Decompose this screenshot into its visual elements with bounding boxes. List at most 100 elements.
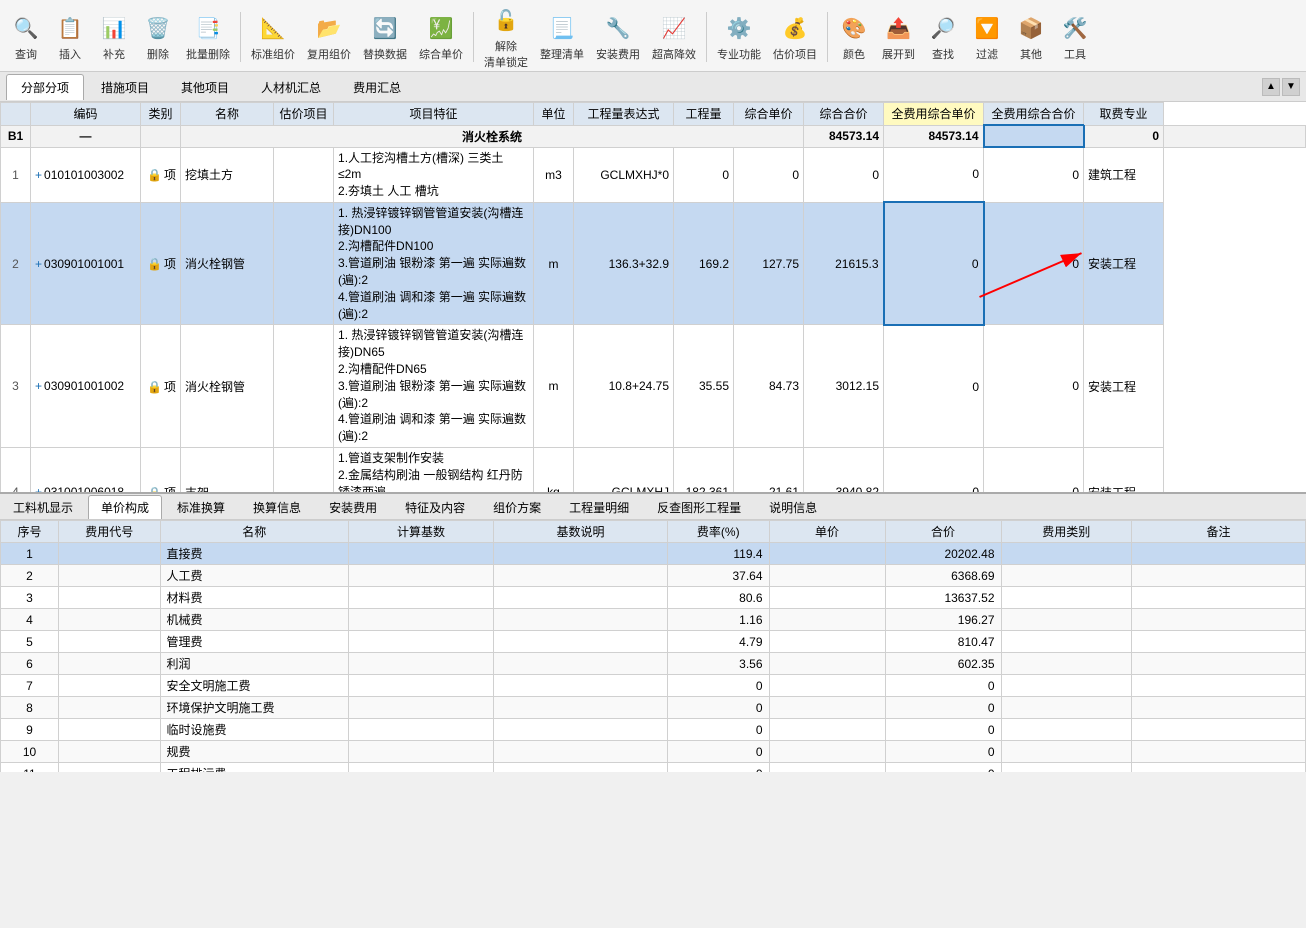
bottom-table-row[interactable]: 2人工费37.646368.69 <box>1 565 1306 587</box>
bottom-table-row[interactable]: 5管理费4.79810.47 <box>1 631 1306 653</box>
bottom-cell-8-1 <box>59 719 161 741</box>
row-qufei-1: 建筑工程 <box>1084 147 1164 202</box>
row-code-3: +030901001002 <box>31 325 141 448</box>
bottom-table-row[interactable]: 1直接费119.420202.48 <box>1 543 1306 565</box>
toolbar-zhuanye[interactable]: ⚙️ 专业功能 <box>713 12 765 62</box>
toolbar-piliang-label: 批量删除 <box>186 46 230 62</box>
bottom-tab-anzhuangfeiyong[interactable]: 安装费用 <box>316 495 390 519</box>
table-row[interactable]: 3 +030901001002 🔒项 消火栓钢管 1. 热浸锌镀锌钢管管道安装(… <box>1 325 1306 448</box>
bottom-table-row[interactable]: 3材料费80.613637.52 <box>1 587 1306 609</box>
bottom-tab-gongliaojiDisplay[interactable]: 工料机显示 <box>0 495 86 519</box>
bottom-cell-1-9 <box>1132 565 1306 587</box>
bottom-tab-unitprice[interactable]: 单价构成 <box>88 495 162 519</box>
row-qf-unit-1: 0 <box>884 147 984 202</box>
tab-cuoshi[interactable]: 措施项目 <box>86 74 164 100</box>
bottom-tab-biaozhun[interactable]: 标准换算 <box>164 495 238 519</box>
toolbar-chaxun[interactable]: 🔍 查询 <box>6 12 46 62</box>
toolbar-gongju[interactable]: 🛠️ 工具 <box>1055 12 1095 62</box>
toolbar-chaogao[interactable]: 📈 超高降效 <box>648 12 700 62</box>
bottom-cell-5-4 <box>494 653 668 675</box>
toolbar-shanchu[interactable]: 🗑️ 删除 <box>138 12 178 62</box>
toolbar-butie[interactable]: 📊 补充 <box>94 12 134 62</box>
toolbar-zhengli[interactable]: 📃 整理清单 <box>536 12 588 62</box>
main-table-area: 编码 类别 名称 估价项目 项目特征 单位 工程量表达式 工程量 综合单价 综合… <box>0 102 1306 492</box>
bottom-cell-6-5: 0 <box>668 675 770 697</box>
table-row[interactable]: 4 +031001006018 🔒项 支架 1.管道支架制作安装 2.金属结构刷… <box>1 448 1306 492</box>
bottom-cell-3-0: 4 <box>1 609 59 631</box>
insert-icon: 📋 <box>54 12 86 44</box>
tab-arrow-up[interactable]: ▲ <box>1262 78 1280 96</box>
toolbar-qita[interactable]: 📦 其他 <box>1011 12 1051 62</box>
tab-feiyong[interactable]: 费用汇总 <box>338 74 416 100</box>
row-name-1: 挖填土方 <box>181 147 274 202</box>
row-qf-unit-4: 0 <box>884 448 984 492</box>
separator-2 <box>473 12 474 62</box>
toolbar-yanse[interactable]: 🎨 颜色 <box>834 12 874 62</box>
bottom-tab-huansuaninfo[interactable]: 换算信息 <box>240 495 314 519</box>
bottom-col-unitprice: 单价 <box>769 521 885 543</box>
col-header-code: 编码 <box>31 103 141 126</box>
bottom-table-row[interactable]: 10规费00 <box>1 741 1306 763</box>
bottom-tab-gongchengliangmingxi[interactable]: 工程量明细 <box>556 495 642 519</box>
row-features-1: 1.人工挖沟槽土方(槽深) 三类土 ≤2m 2.夯填土 人工 槽坑 <box>334 147 534 202</box>
toolbar-anzhuang[interactable]: 🔧 安装费用 <box>592 12 644 62</box>
row-unitprice-1: 0 <box>734 147 804 202</box>
bottom-cell-9-1 <box>59 741 161 763</box>
tab-rencaiji[interactable]: 人材机汇总 <box>246 74 336 100</box>
bottom-cell-0-6 <box>769 543 885 565</box>
tools-icon: 🛠️ <box>1059 12 1091 44</box>
bottom-cell-4-9 <box>1132 631 1306 653</box>
tab-arrow-down[interactable]: ▼ <box>1282 78 1300 96</box>
row-code-2: +030901001001 <box>31 202 141 325</box>
row-qty-2: 169.2 <box>674 202 734 325</box>
toolbar-fuyong[interactable]: 📂 复用组价 <box>303 12 355 62</box>
bottom-cell-7-8 <box>1001 697 1132 719</box>
bottom-cell-2-2: 材料费 <box>160 587 349 609</box>
table-row[interactable]: 1 +010101003002 🔒项 挖填土方 1.人工挖沟槽土方(槽深) 三类… <box>1 147 1306 202</box>
toolbar-charu[interactable]: 📋 插入 <box>50 12 90 62</box>
toolbar-gujia[interactable]: 💰 估价项目 <box>769 12 821 62</box>
bottom-table-row[interactable]: 4机械费1.16196.27 <box>1 609 1306 631</box>
bottom-cell-10-5: 0 <box>668 763 770 773</box>
toolbar-zhankaidao[interactable]: 📤 展开到 <box>878 12 919 62</box>
col-header-total: 综合合价 <box>804 103 884 126</box>
bottom-cell-10-4 <box>494 763 668 773</box>
bottom-tab-tezheng[interactable]: 特征及内容 <box>392 495 478 519</box>
bottom-cell-2-4 <box>494 587 668 609</box>
row-gujia-3 <box>274 325 334 448</box>
toolbar-tihuan[interactable]: 🔄 替换数据 <box>359 12 411 62</box>
toolbar-piliang[interactable]: 📑 批量删除 <box>182 12 234 62</box>
bottom-cell-8-6 <box>769 719 885 741</box>
bottom-cell-9-6 <box>769 741 885 763</box>
tab-fenbu[interactable]: 分部分项 <box>6 74 84 100</box>
toolbar-jiesuo[interactable]: 🔓 解除 清单锁定 <box>480 4 532 70</box>
b1-collapse[interactable]: — <box>31 125 141 147</box>
toolbar-zonghe[interactable]: 💹 综合单价 <box>415 12 467 62</box>
bottom-table-row[interactable]: 7安全文明施工费00 <box>1 675 1306 697</box>
bottom-cell-2-9 <box>1132 587 1306 609</box>
toolbar-biaozhun[interactable]: 📐 标准组价 <box>247 12 299 62</box>
toolbar-guolv[interactable]: 🔽 过滤 <box>967 12 1007 62</box>
b1-zonghe-total: 84573.14 <box>884 125 984 147</box>
bottom-table-row[interactable]: 6利润3.56602.35 <box>1 653 1306 675</box>
row-unitprice-2: 127.75 <box>734 202 804 325</box>
bottom-cell-6-2: 安全文明施工费 <box>160 675 349 697</box>
bottom-table-row[interactable]: 11工程排污费00 <box>1 763 1306 773</box>
row-qf-total-1: 0 <box>984 147 1084 202</box>
bottom-tab-shuomingxinxi[interactable]: 说明信息 <box>756 495 830 519</box>
bottom-cell-5-1 <box>59 653 161 675</box>
bottom-table-row[interactable]: 9临时设施费00 <box>1 719 1306 741</box>
row-unitprice-4: 21.61 <box>734 448 804 492</box>
bottom-cell-10-6 <box>769 763 885 773</box>
bottom-cell-3-9 <box>1132 609 1306 631</box>
search-icon: 🔍 <box>10 12 42 44</box>
tab-qita[interactable]: 其他项目 <box>166 74 244 100</box>
bottom-cell-7-9 <box>1132 697 1306 719</box>
bottom-table-row[interactable]: 8环境保护文明施工费00 <box>1 697 1306 719</box>
col-header-qufei: 取费专业 <box>1084 103 1164 126</box>
table-row[interactable]: 2 +030901001001 🔒项 消火栓钢管 1. 热浸锌镀锌钢管管道安装(… <box>1 202 1306 325</box>
toolbar-chazha[interactable]: 🔎 查找 <box>923 12 963 62</box>
bottom-tab-zujiafangan[interactable]: 组价方案 <box>480 495 554 519</box>
bottom-tab-fanchatu[interactable]: 反查图形工程量 <box>644 495 754 519</box>
bottom-cell-5-8 <box>1001 653 1132 675</box>
